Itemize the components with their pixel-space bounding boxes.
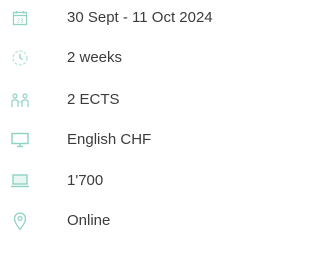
location-label: Online [67, 212, 111, 229]
info-row-credits: 2 ECTS [0, 80, 269, 120]
svg-text:23: 23 [17, 19, 24, 25]
info-row-dates: 23 30 Sept - 11 Oct 2024 [0, 0, 269, 38]
duration-label: 2 weeks [67, 49, 123, 66]
people-icon [10, 90, 30, 110]
info-row-location: Online [0, 201, 269, 241]
monitor-icon [10, 130, 30, 150]
dates-label: 30 Sept - 11 Oct 2024 [67, 9, 213, 26]
location-pin-icon [10, 211, 30, 231]
price-label: 1'700 [67, 172, 104, 189]
course-info-list: 23 30 Sept - 11 Oct 2024 2 weeks 2 ECTS … [0, 0, 269, 271]
clock-icon [10, 48, 30, 68]
laptop-icon [10, 171, 30, 191]
info-row-duration: 2 weeks [0, 38, 269, 78]
calendar-icon: 23 [10, 8, 30, 28]
credits-label: 2 ECTS [67, 91, 120, 108]
info-row-price: 1'700 [0, 161, 269, 201]
info-row-language: English CHF [0, 120, 269, 160]
language-label: English CHF [67, 131, 152, 148]
